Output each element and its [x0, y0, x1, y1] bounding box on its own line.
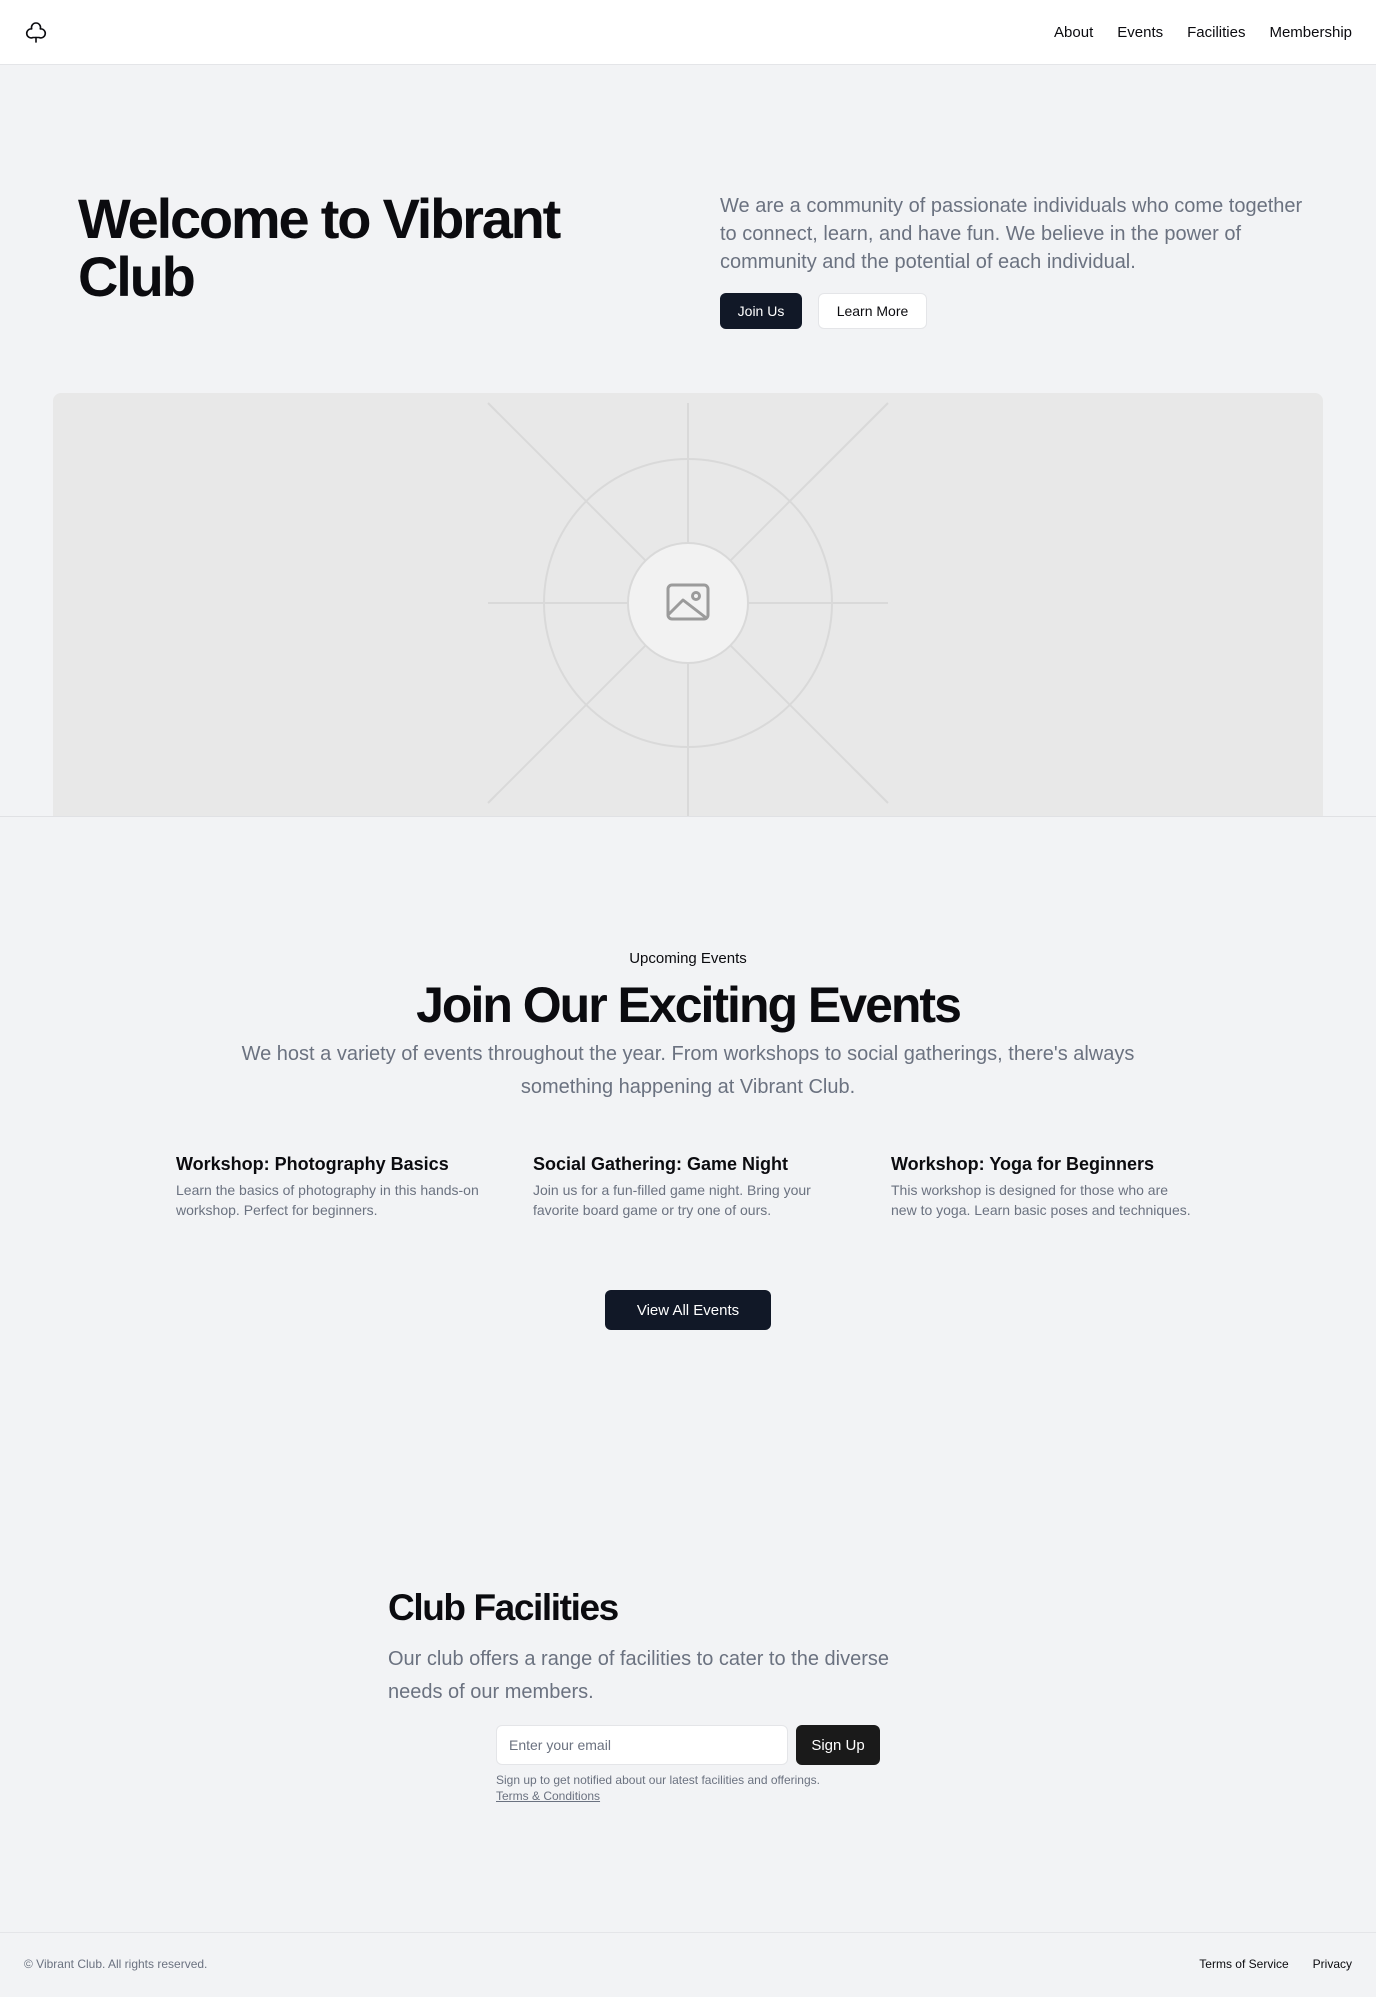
- event-title: Workshop: Photography Basics: [176, 1154, 449, 1174]
- nav-facilities[interactable]: Facilities: [1187, 24, 1245, 41]
- event-title: Workshop: Yoga for Beginners: [891, 1154, 1155, 1174]
- hero-title: Welcome to Vibrant Club: [78, 187, 561, 308]
- signup-note: Sign up to get notified about our latest…: [496, 1773, 820, 1787]
- hero-image-placeholder: [53, 393, 1323, 816]
- copyright-text: © Vibrant Club. All rights reserved.: [24, 1957, 208, 1971]
- terms-of-service-link[interactable]: Terms of Service: [1199, 1957, 1288, 1971]
- footer-links: Terms of Service Privacy: [1199, 1957, 1352, 1971]
- hero-description: We are a community of passionate individ…: [720, 195, 1303, 273]
- site-header: About Events Facilities Membership: [0, 0, 1376, 65]
- sign-up-button[interactable]: Sign Up: [796, 1725, 880, 1765]
- terms-conditions-link[interactable]: Terms & Conditions: [496, 1788, 600, 1804]
- main-nav: About Events Facilities Membership: [1054, 0, 1352, 64]
- event-description: Learn the basics of photography in this …: [176, 1182, 479, 1218]
- event-description: Join us for a fun-filled game night. Bri…: [533, 1182, 811, 1218]
- event-card[interactable]: Workshop: Photography Basics Learn the b…: [176, 1152, 486, 1220]
- club-icon[interactable]: [24, 20, 48, 44]
- join-us-button[interactable]: Join Us: [720, 293, 802, 329]
- event-description: This workshop is designed for those who …: [891, 1182, 1191, 1218]
- section-divider: [0, 816, 1376, 817]
- event-card[interactable]: Social Gathering: Game Night Join us for…: [533, 1152, 843, 1220]
- nav-membership[interactable]: Membership: [1269, 24, 1352, 41]
- events-eyebrow: Upcoming Events: [629, 950, 747, 967]
- facilities-title: Club Facilities: [388, 1587, 619, 1628]
- site-footer: © Vibrant Club. All rights reserved. Ter…: [0, 1932, 1376, 1997]
- nav-about[interactable]: About: [1054, 24, 1093, 41]
- event-title: Social Gathering: Game Night: [533, 1154, 789, 1174]
- privacy-link[interactable]: Privacy: [1313, 1957, 1352, 1971]
- facilities-description: Our club offers a range of facilities to…: [388, 1648, 889, 1703]
- email-field[interactable]: [496, 1725, 788, 1765]
- view-all-events-button[interactable]: View All Events: [605, 1290, 771, 1330]
- image-placeholder-icon: [487, 402, 889, 816]
- learn-more-button[interactable]: Learn More: [818, 293, 927, 329]
- nav-events[interactable]: Events: [1117, 24, 1163, 41]
- events-description: We host a variety of events throughout t…: [241, 1043, 1135, 1098]
- events-title: Join Our Exciting Events: [416, 977, 962, 1033]
- event-card[interactable]: Workshop: Yoga for Beginners This worksh…: [891, 1152, 1196, 1220]
